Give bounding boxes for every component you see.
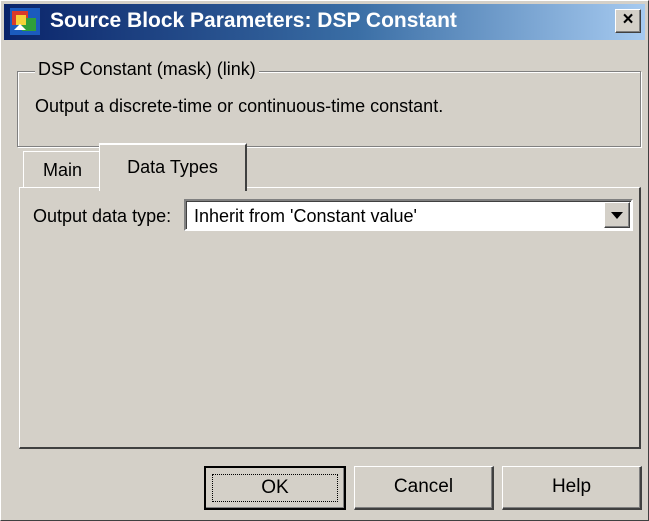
window-title: Source Block Parameters: DSP Constant (50, 9, 457, 32)
ok-button[interactable]: OK (204, 466, 346, 510)
output-data-type-value: Inherit from 'Constant value' (194, 206, 417, 226)
close-button[interactable]: × (615, 9, 641, 33)
groupbox-legend: DSP Constant (mask) (link) (35, 59, 259, 80)
dropdown-button[interactable] (604, 202, 630, 228)
output-data-type-label: Output data type: (33, 206, 172, 226)
tab-main[interactable]: Main (23, 151, 103, 189)
output-data-type-select[interactable]: Inherit from 'Constant value' (184, 199, 633, 231)
simulink-block-icon (10, 8, 40, 35)
block-description: Output a discrete-time or continuous-tim… (35, 96, 444, 116)
help-button[interactable]: Help (502, 466, 642, 510)
dialog-window: Source Block Parameters: DSP Constant × … (0, 0, 649, 521)
title-bar[interactable]: Source Block Parameters: DSP Constant × (4, 4, 645, 40)
focus-rectangle (212, 474, 338, 502)
chevron-down-icon (611, 212, 623, 219)
cancel-button[interactable]: Cancel (354, 466, 494, 510)
close-icon: × (622, 9, 634, 30)
tab-data-types[interactable]: Data Types (99, 143, 247, 191)
